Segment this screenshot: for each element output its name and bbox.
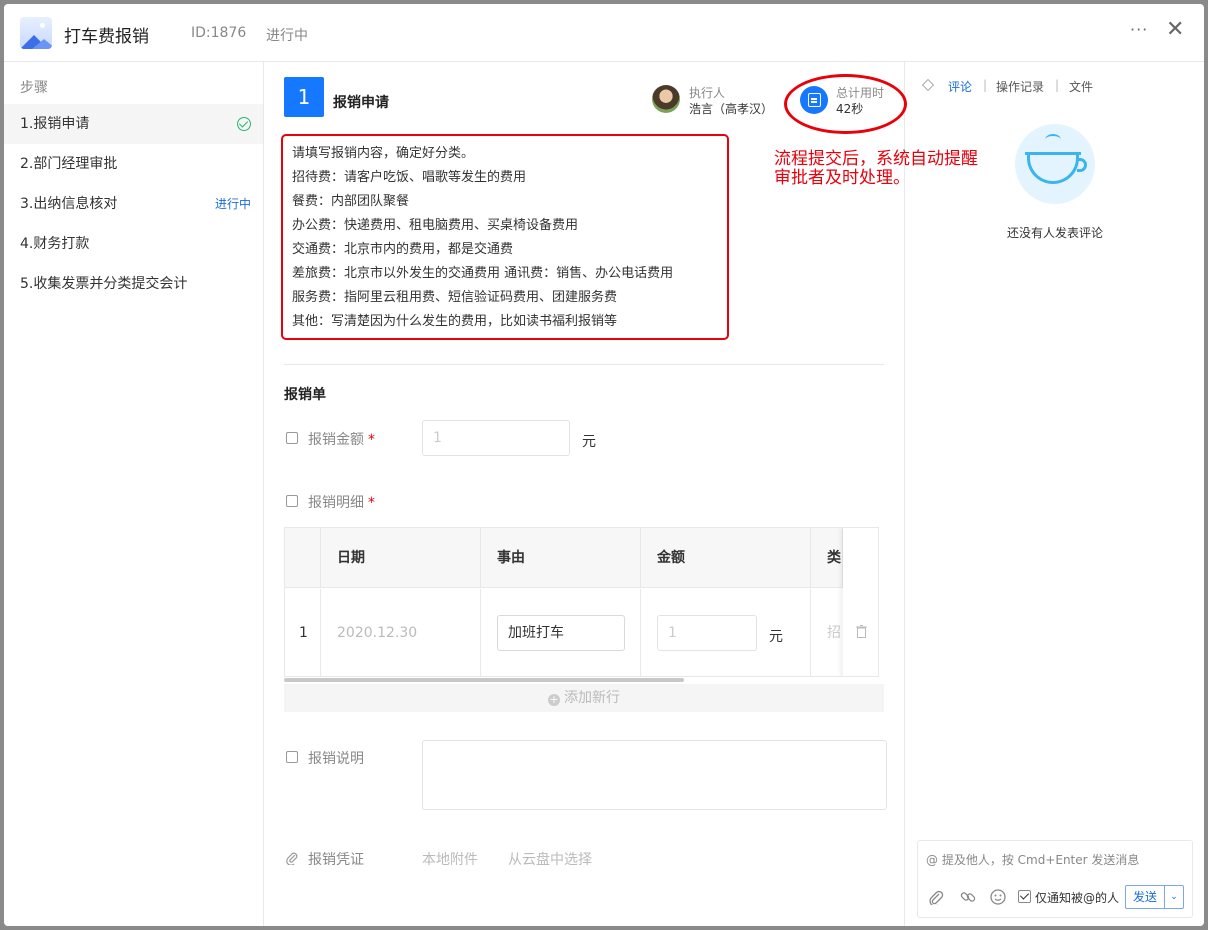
table-header-date: 日期 — [321, 528, 481, 588]
steps-title: 步骤 — [20, 80, 48, 96]
description-line: 招待费：请客户吃饭、唱歌等发生的费用 — [292, 170, 527, 185]
description-line: 餐费：内部团队聚餐 — [292, 194, 410, 209]
detail-label: 报销明细 * — [308, 495, 375, 511]
step-item-5[interactable]: 5.收集发票并分类提交会计 — [4, 264, 263, 304]
textarea-field-icon — [286, 751, 298, 763]
modal-header: 打车费报销 ID:1876 进行中 ··· ✕ — [4, 4, 1204, 62]
tab-comments[interactable]: 评论 — [948, 78, 972, 95]
task-modal: 打车费报销 ID:1876 进行中 ··· ✕ 步骤 1.报销申请 2.部门经理… — [4, 4, 1204, 926]
step-content: 1 报销申请 执行人 浩言（高孝汉） 总计用时 42秒 请填写报销内容，确定好分… — [264, 62, 904, 926]
table-field-icon — [286, 495, 298, 507]
paperclip-icon[interactable] — [928, 889, 944, 905]
description-line: 办公费：快递费用、租电脑费用、买桌椅设备费用 — [292, 218, 579, 233]
step-item-4[interactable]: 4.财务打款 — [4, 224, 263, 264]
tab-separator: | — [983, 78, 988, 92]
step-item-1[interactable]: 1.报销申请 — [4, 104, 263, 144]
task-status: 进行中 — [266, 28, 308, 44]
annotation-note: 流程提交后，系统自动提醒 审批者及时处理。 — [774, 149, 978, 188]
step-label: 4.财务打款 — [20, 236, 90, 252]
step-description: 请填写报销内容，确定好分类。 招待费：请客户吃饭、唱歌等发生的费用 餐费：内部团… — [281, 134, 729, 340]
notify-checkbox[interactable] — [1018, 890, 1031, 903]
note-label: 报销说明 — [308, 751, 364, 767]
chevron-down-icon[interactable]: ⌄ — [1164, 885, 1184, 909]
executor-label: 执行人 — [689, 86, 726, 100]
step-label: 2.部门经理审批 — [20, 156, 118, 172]
amount-unit: 元 — [582, 434, 596, 450]
amount-label: 报销金额 * — [308, 432, 375, 448]
required-mark: * — [368, 432, 375, 448]
row-date[interactable]: 2020.12.30 — [321, 589, 481, 676]
description-line: 服务费：指阿里云租用费、短信验证码费用、团建服务费 — [292, 290, 618, 305]
notify-label: 仅通知被@的人 — [1035, 891, 1120, 905]
step-item-3[interactable]: 3.出纳信息核对 进行中 — [4, 184, 263, 224]
check-circle-icon — [237, 117, 251, 131]
close-icon[interactable]: ✕ — [1166, 17, 1184, 42]
description-line: 差旅费：北京市以外发生的交通费用 通讯费：销售、办公电话费用 — [292, 266, 674, 281]
number-field-icon — [286, 432, 298, 444]
empty-comments-text: 还没有人发表评论 — [1006, 226, 1103, 240]
link-icon[interactable] — [960, 889, 976, 905]
executor-avatar[interactable] — [652, 85, 680, 113]
description-line: 请填写报销内容，确定好分类。 — [292, 146, 475, 161]
tab-files[interactable]: 文件 — [1069, 78, 1093, 95]
note-textarea[interactable] — [422, 740, 887, 810]
detail-table: 日期 事由 金额 类 1 2020.12.30 加班打车 1 元 招 — [284, 527, 879, 677]
cloud-select-link[interactable]: 从云盘中选择 — [508, 849, 592, 869]
app-icon — [20, 17, 52, 49]
row-amount-unit: 元 — [769, 629, 783, 645]
table-header-amount: 金额 — [641, 528, 811, 588]
paperclip-icon — [286, 852, 298, 865]
comment-input[interactable]: @ 提及他人，按 Cmd+Enter 发送消息 — [926, 851, 1139, 868]
form-title: 报销单 — [284, 387, 326, 403]
comment-box[interactable]: @ 提及他人，按 Cmd+Enter 发送消息 仅通知被@的人 发送 ⌄ — [917, 840, 1193, 918]
table-header-index — [285, 528, 321, 588]
table-header-type: 类 — [811, 528, 843, 588]
trash-icon[interactable] — [856, 625, 867, 638]
tab-separator: | — [1055, 78, 1060, 92]
row-actions — [843, 528, 878, 676]
task-title: 打车费报销 — [64, 27, 149, 47]
description-line: 交通费：北京市内的费用，都是交通费 — [292, 242, 514, 257]
row-amount-input[interactable]: 1 — [657, 615, 757, 651]
step-item-2[interactable]: 2.部门经理审批 — [4, 144, 263, 184]
row-reason-input[interactable]: 加班打车 — [497, 615, 625, 651]
local-attachment-link[interactable]: 本地附件 — [422, 849, 478, 869]
plus-circle-icon: + — [548, 693, 560, 706]
step-label: 1.报销申请 — [20, 116, 90, 132]
tab-activity-log[interactable]: 操作记录 — [996, 78, 1044, 95]
more-icon[interactable]: ··· — [1130, 20, 1148, 39]
step-number: 1 — [284, 77, 324, 117]
steps-sidebar: 步骤 1.报销申请 2.部门经理审批 3.出纳信息核对 进行中 4.财务打款 5… — [4, 62, 264, 926]
amount-input[interactable]: 1 — [422, 420, 570, 456]
comment-panel: 评论 | 操作记录 | 文件 还没有人发表评论 @ 提及他人，按 Cmd+Ent… — [904, 62, 1204, 926]
voucher-label: 报销凭证 — [308, 852, 364, 868]
description-line: 其他：写清楚因为什么发生的费用，比如读书福利报销等 — [292, 314, 618, 329]
table-header-reason: 事由 — [481, 528, 641, 588]
coffee-cup-icon — [1015, 124, 1095, 204]
layers-icon — [922, 79, 934, 91]
task-id: ID:1876 — [191, 25, 247, 41]
step-label: 5.收集发票并分类提交会计 — [20, 276, 188, 292]
row-index: 1 — [285, 589, 321, 676]
step-name: 报销申请 — [333, 95, 389, 111]
row-type[interactable]: 招 — [811, 589, 843, 676]
add-row-button[interactable]: + 添加新行 — [284, 684, 884, 712]
table-scrollbar[interactable] — [284, 678, 684, 682]
row-reason-cell: 加班打车 — [481, 589, 641, 676]
required-mark: * — [368, 495, 375, 511]
step-label: 3.出纳信息核对 — [20, 196, 118, 212]
emoji-icon[interactable] — [990, 889, 1006, 905]
divider — [284, 364, 884, 365]
send-button[interactable]: 发送 — [1125, 885, 1165, 909]
row-amount-cell: 1 元 — [641, 589, 811, 676]
step-status-badge: 进行中 — [214, 197, 251, 211]
executor-name[interactable]: 浩言（高孝汉） — [689, 100, 773, 117]
annotation-ellipse — [784, 74, 907, 134]
